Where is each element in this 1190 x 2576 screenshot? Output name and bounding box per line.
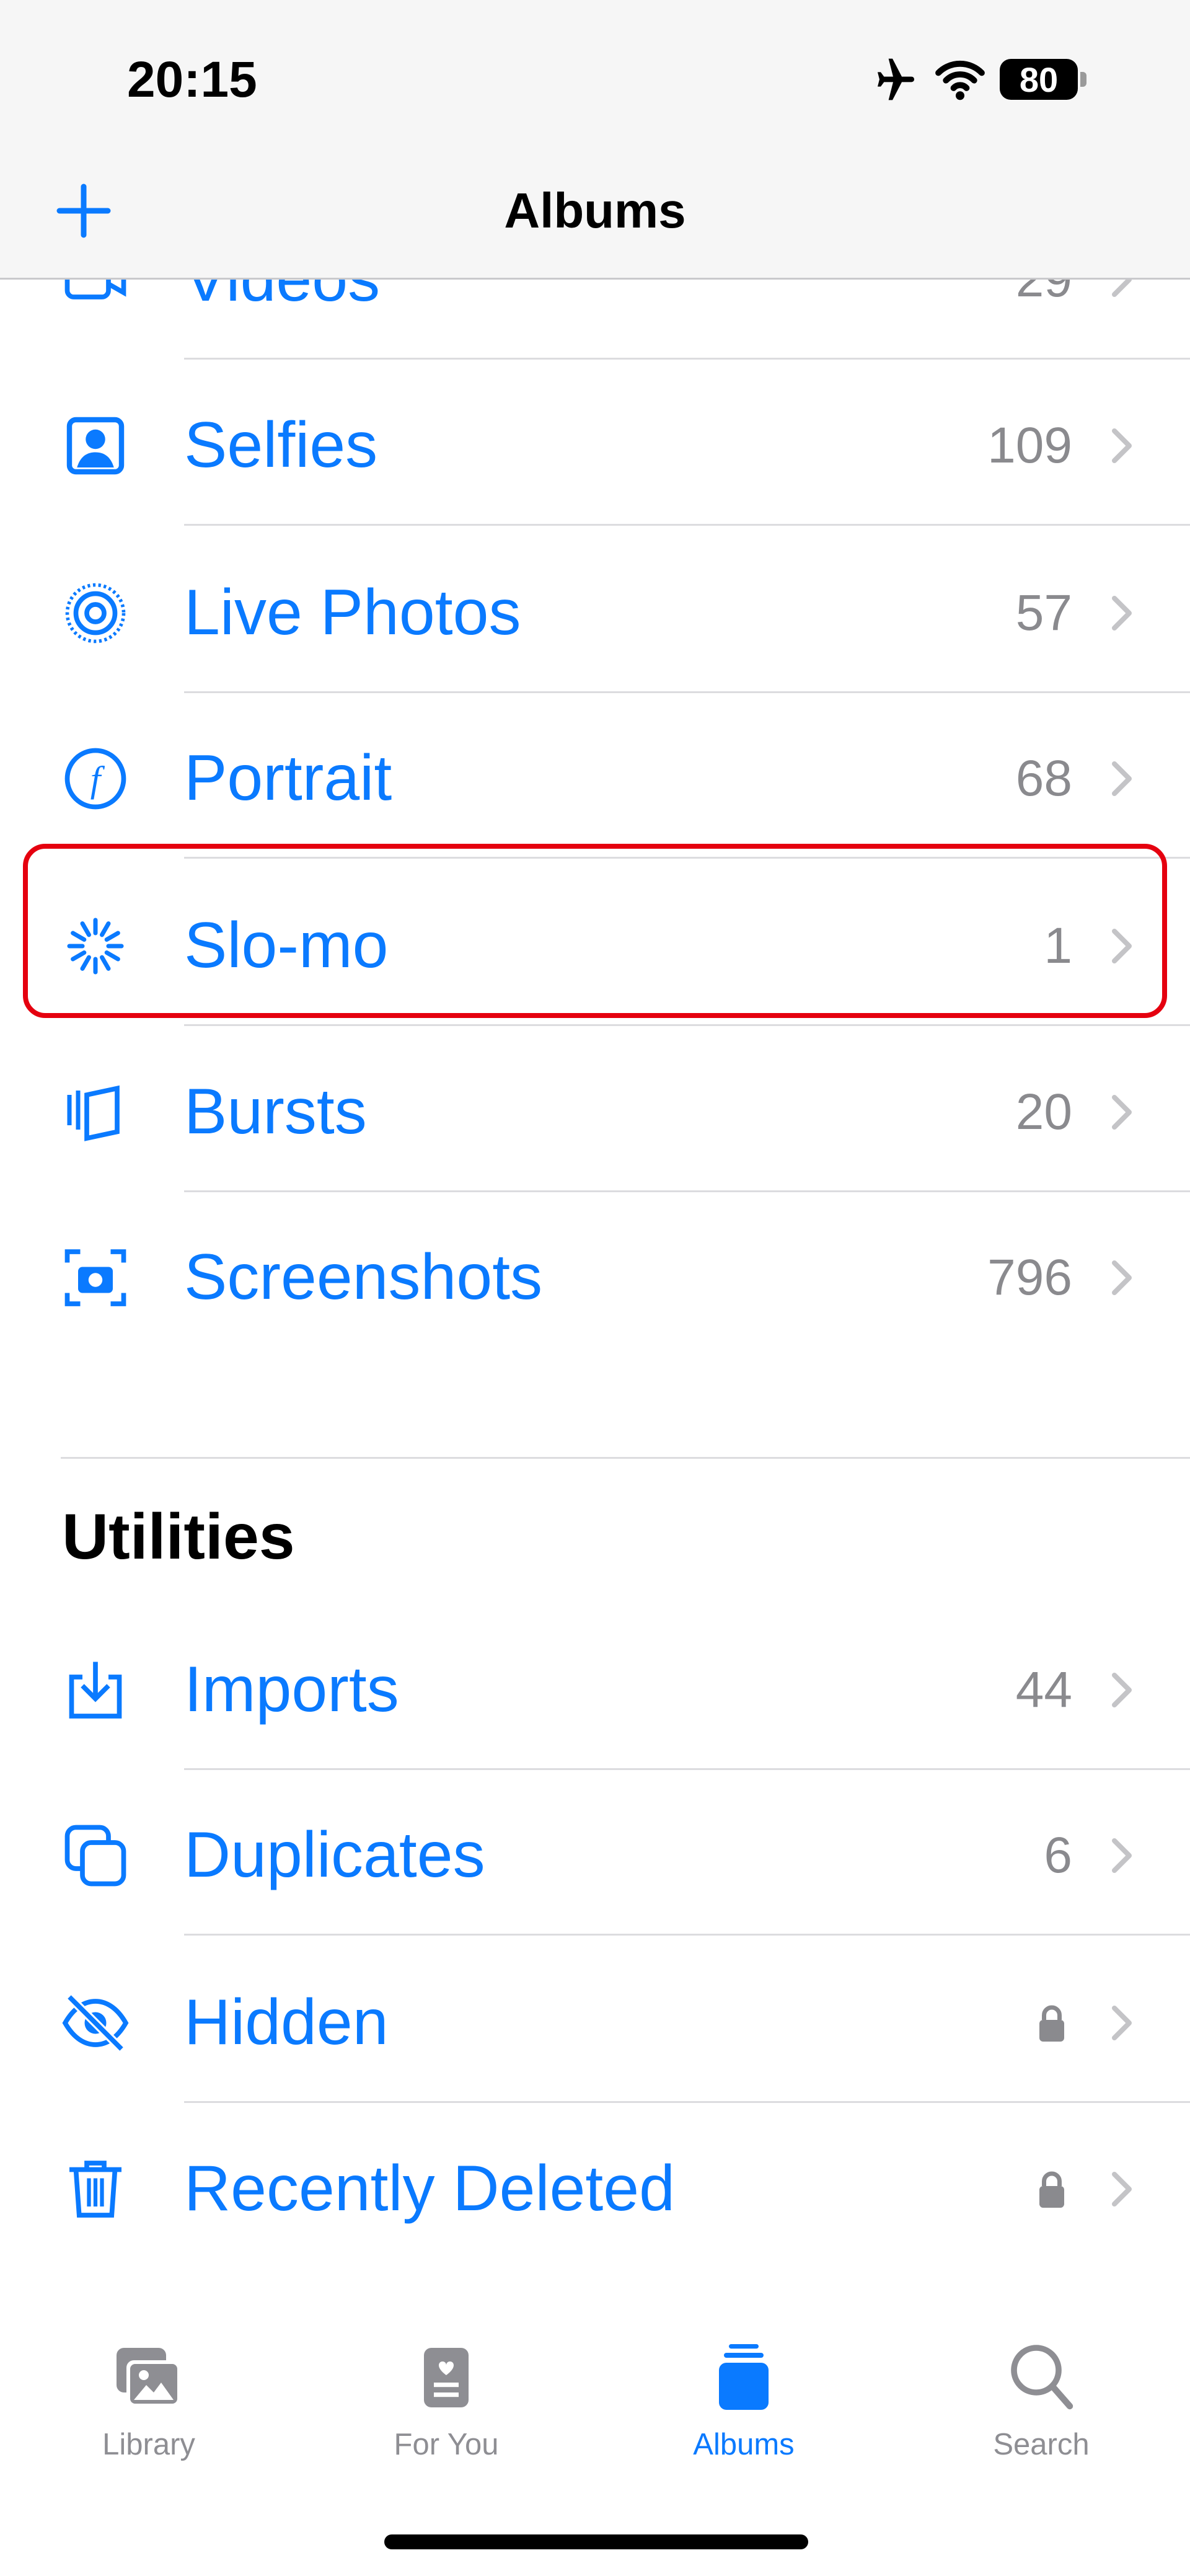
album-label: Imports: [184, 1653, 399, 1725]
album-row-screenshots[interactable]: Screenshots 796: [0, 1194, 1190, 1361]
chevron-right-icon: [1109, 426, 1134, 466]
chevron-right-icon: [1109, 1092, 1134, 1132]
row-divider: [184, 691, 1190, 693]
header: 20:15 80 Albums: [0, 0, 1190, 280]
svg-text:f: f: [90, 759, 105, 800]
album-row-selfies[interactable]: Selfies 109: [0, 362, 1190, 529]
tab-search[interactable]: Search: [892, 2340, 1190, 2495]
chevron-right-icon: [1109, 1670, 1134, 1710]
album-count: 796: [987, 1249, 1072, 1306]
row-divider: [184, 1024, 1190, 1026]
album-label: Portrait: [184, 742, 392, 814]
album-count: 68: [1015, 750, 1072, 807]
chevron-right-icon: [1109, 759, 1134, 799]
album-row-hidden[interactable]: Hidden: [0, 1939, 1190, 2106]
chevron-right-icon: [1109, 1258, 1134, 1298]
album-label: Selfies: [184, 409, 378, 481]
row-divider: [184, 2101, 1190, 2103]
row-divider: [184, 1768, 1190, 1770]
lock-icon: [1036, 2004, 1067, 2042]
row-divider: [184, 1190, 1190, 1192]
album-label: Live Photos: [184, 577, 521, 648]
live-icon: [61, 578, 130, 648]
album-row-imports[interactable]: Imports 44: [0, 1606, 1190, 1773]
chevron-right-icon: [1109, 2003, 1134, 2043]
album-label: Hidden: [184, 1986, 389, 2058]
battery-tip: [1080, 72, 1086, 87]
album-row-portrait[interactable]: f Portrait 68: [0, 695, 1190, 862]
trash-icon: [61, 2154, 130, 2224]
tab-label: Albums: [693, 2428, 795, 2461]
album-label: Slo-mo: [184, 910, 389, 981]
album-count: 44: [1015, 1661, 1072, 1718]
chevron-right-icon: [1109, 593, 1134, 633]
battery-icon: 80: [1000, 59, 1078, 100]
page-title: Albums: [504, 183, 686, 238]
album-row-bursts[interactable]: Bursts 20: [0, 1029, 1190, 1195]
tab-library[interactable]: Library: [0, 2340, 298, 2495]
album-count: 57: [1015, 584, 1072, 641]
portrait-icon: f: [61, 744, 130, 813]
selfie-icon: [61, 411, 130, 480]
tab-label: For You: [394, 2428, 499, 2461]
album-row-slo-mo[interactable]: Slo-mo 1: [0, 862, 1190, 1029]
album-count: 1: [1044, 917, 1072, 974]
tab-label: Search: [993, 2428, 1090, 2461]
status-time: 20:15: [127, 51, 257, 108]
tab-for-you[interactable]: For You: [298, 2340, 595, 2495]
duplicates-icon: [61, 1821, 130, 1890]
imports-icon: [61, 1655, 130, 1725]
album-count: 20: [1015, 1083, 1072, 1140]
album-row-duplicates[interactable]: Duplicates 6: [0, 1772, 1190, 1939]
status-icons: 80: [871, 55, 1086, 104]
home-indicator: [384, 2534, 808, 2549]
bursts-icon: [61, 1078, 130, 1147]
tab-albums[interactable]: Albums: [595, 2340, 892, 2495]
album-count: 109: [987, 417, 1072, 474]
section-title-utilities: Utilities: [62, 1501, 295, 1573]
album-row-recently-deleted[interactable]: Recently Deleted: [0, 2105, 1190, 2272]
lock-icon: [1036, 2171, 1067, 2208]
section-divider: [61, 1457, 1190, 1459]
album-label: Recently Deleted: [184, 2153, 675, 2224]
hidden-icon: [61, 1988, 130, 2058]
screenshot-icon: [61, 1243, 130, 1312]
tab-bar: Library For You Albums Search: [0, 2294, 1190, 2576]
wifi-icon: [935, 60, 985, 100]
chevron-right-icon: [1109, 2169, 1134, 2209]
album-label: Screenshots: [184, 1241, 543, 1313]
chevron-right-icon: [1109, 926, 1134, 966]
album-count: 6: [1044, 1826, 1072, 1883]
chevron-right-icon: [1109, 1836, 1134, 1875]
row-divider: [184, 524, 1190, 526]
album-row-live-photos[interactable]: Live Photos 57: [0, 529, 1190, 696]
row-divider: [184, 1934, 1190, 1936]
row-divider: [184, 857, 1190, 859]
airplane-icon: [878, 58, 914, 100]
album-label: Duplicates: [184, 1819, 485, 1891]
album-label: Bursts: [184, 1076, 367, 1148]
tab-label: Library: [102, 2428, 195, 2461]
row-divider: [184, 358, 1190, 360]
slomo-icon: [61, 911, 130, 981]
